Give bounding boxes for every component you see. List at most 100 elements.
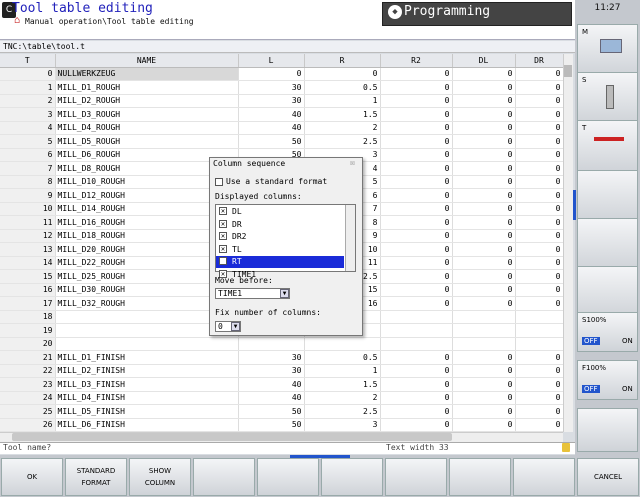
table-cell[interactable]: 0 [380,229,453,243]
column-checkbox[interactable]: ✕ [219,207,227,215]
column-checkbox[interactable] [219,257,227,265]
table-cell[interactable]: 1.5 [304,107,381,122]
table-cell[interactable]: 1.5 [304,377,381,392]
table-cell[interactable] [452,310,516,324]
table-cell[interactable]: 0 [380,215,453,230]
table-cell[interactable]: 0 [515,418,563,432]
table-cell[interactable]: 0 [380,67,453,81]
column-checkbox[interactable]: ✕ [219,232,227,240]
table-cell[interactable]: 23 [0,377,56,392]
table-cell[interactable]: 0 [452,175,516,189]
table-cell[interactable]: 0 [452,80,516,95]
table-cell[interactable]: MILL_D1_ROUGH [55,80,239,95]
column-list-item[interactable]: ✕ TL [216,244,344,256]
table-cell[interactable]: 0 [515,175,563,189]
table-cell[interactable]: 0 [238,67,305,81]
column-list-item[interactable]: ✕ DL [216,206,344,218]
standard-format-button[interactable]: STANDARD FORMAT [65,458,127,496]
table-cell[interactable]: 0 [380,269,453,284]
table-cell[interactable]: 0 [452,418,516,432]
table-cell[interactable]: 0 [452,242,516,257]
table-cell[interactable]: MILL_D1_FINISH [55,350,239,365]
table-cell[interactable]: 0 [452,350,516,365]
table-cell[interactable]: 0 [452,296,516,311]
table-cell[interactable]: 2 [304,391,381,405]
table-cell[interactable]: 0 [515,296,563,311]
table-cell[interactable]: 0 [452,229,516,243]
table-row[interactable]: 21 MILL_D1_FINISH 30 0.5 0 0 0 [0,350,563,365]
table-cell[interactable]: 0 [515,256,563,270]
empty-vertical-key[interactable] [577,218,638,270]
table-cell[interactable]: 0 [380,242,453,257]
table-cell[interactable] [238,337,305,351]
chevron-down-icon[interactable]: ▼ [231,322,240,331]
table-cell[interactable]: 4 [0,121,56,135]
table-cell[interactable] [380,337,453,351]
table-cell[interactable]: 0.5 [304,80,381,95]
vertical-scroll-thumb[interactable] [564,65,572,77]
table-row[interactable]: 5 MILL_D5_ROUGH 50 2.5 0 0 0 [0,134,563,149]
table-cell[interactable]: 0 [515,242,563,257]
table-row[interactable]: 2 MILL_D2_ROUGH 30 1 0 0 0 [0,94,563,108]
table-cell[interactable]: 22 [0,364,56,378]
table-cell[interactable]: 0 [380,134,453,149]
column-list-item[interactable]: ✕ DR2 [216,231,344,243]
table-cell[interactable]: 0 [452,202,516,216]
table-cell[interactable]: 1 [304,364,381,378]
table-cell[interactable]: 2 [304,121,381,135]
table-row[interactable]: 3 MILL_D3_ROUGH 40 1.5 0 0 0 [0,107,563,122]
table-cell[interactable]: 0 [380,188,453,203]
table-cell[interactable]: 1 [0,80,56,95]
empty-vertical-key[interactable] [577,408,638,452]
table-cell[interactable]: 0 [380,80,453,95]
table-cell[interactable] [452,323,516,338]
table-cell[interactable]: 0 [452,188,516,203]
dialog-close-icon[interactable]: ☒ [350,158,355,167]
table-cell[interactable]: 0 [515,229,563,243]
table-cell[interactable]: 0 [452,364,516,378]
table-cell[interactable]: 0 [380,94,453,108]
table-cell[interactable]: 0 [515,94,563,108]
table-cell[interactable]: 0 [515,148,563,162]
table-cell[interactable]: 0 [380,175,453,189]
table-cell[interactable]: 0 [0,67,56,81]
table-cell[interactable]: 17 [0,296,56,311]
table-cell[interactable]: 2.5 [304,404,381,419]
table-cell[interactable]: 0 [452,94,516,108]
show-column-button[interactable]: SHOW COLUMN [129,458,191,496]
table-cell[interactable]: MILL_D5_ROUGH [55,134,239,149]
table-cell[interactable]: 0 [452,148,516,162]
table-cell[interactable]: 3 [0,107,56,122]
table-cell[interactable]: 40 [238,121,305,135]
table-cell[interactable]: 0 [452,283,516,297]
table-cell[interactable]: 0 [452,215,516,230]
table-cell[interactable]: 2 [0,94,56,108]
table-cell[interactable] [515,337,563,351]
table-cell[interactable]: 0 [515,391,563,405]
table-cell[interactable]: 0 [452,107,516,122]
table-cell[interactable]: 0 [515,161,563,176]
table-cell[interactable] [452,337,516,351]
empty-vertical-key[interactable] [577,266,638,318]
table-cell[interactable]: 0 [380,377,453,392]
standard-format-checkbox[interactable] [215,178,223,186]
table-cell[interactable]: 0 [452,134,516,149]
table-cell[interactable] [304,337,381,351]
table-cell[interactable]: 30 [238,350,305,365]
table-cell[interactable]: 0 [452,256,516,270]
table-cell[interactable]: 0.5 [304,350,381,365]
column-list-item[interactable]: RT [216,256,344,268]
table-cell[interactable]: 50 [238,418,305,432]
table-row[interactable]: 22 MILL_D2_FINISH 30 1 0 0 0 [0,364,563,378]
ok-button[interactable]: OK [1,458,63,496]
move-before-select[interactable]: TIME1 [215,288,290,299]
column-header[interactable]: L [238,54,305,68]
horizontal-scroll-thumb[interactable] [12,433,452,441]
column-header[interactable]: DR [515,54,563,68]
table-cell[interactable]: MILL_D3_FINISH [55,377,239,392]
table-cell[interactable]: 9 [0,188,56,203]
s-spindle-button[interactable]: S [577,72,638,124]
table-cell[interactable]: 13 [0,242,56,257]
column-header[interactable]: R2 [380,54,453,68]
table-cell[interactable]: MILL_D4_FINISH [55,391,239,405]
